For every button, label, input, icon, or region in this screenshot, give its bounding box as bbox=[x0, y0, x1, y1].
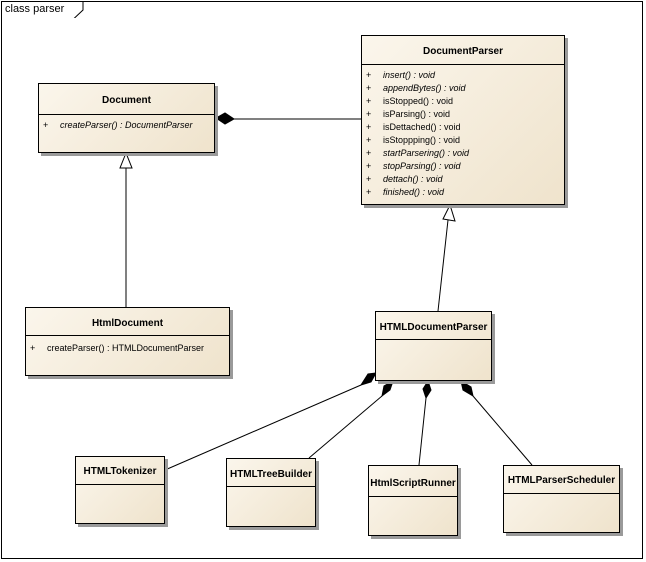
class-separator bbox=[376, 339, 491, 340]
operation-visibility: + bbox=[366, 83, 372, 93]
operation-visibility: + bbox=[366, 96, 372, 106]
operation-signature: isStopped() : void bbox=[383, 96, 454, 106]
class-separator bbox=[504, 493, 619, 494]
operation-row: + finished() : void bbox=[362, 187, 564, 200]
operation-row: + isParsing() : void bbox=[362, 109, 564, 122]
class-name: Document bbox=[102, 95, 151, 106]
composition-parser-tokenizer bbox=[164, 372, 377, 471]
operation-row: + dettach() : void bbox=[362, 174, 564, 187]
operation-row: + appendBytes() : void bbox=[362, 83, 564, 96]
operation-row: + stopParsing() : void bbox=[362, 161, 564, 174]
operation-row: + createParser() : HTMLDocumentParser bbox=[26, 343, 229, 356]
class-separator bbox=[227, 486, 315, 487]
class-htmltreebuilder[interactable]: HTMLTreeBuilder bbox=[226, 458, 316, 527]
class-name: HtmlDocument bbox=[91, 318, 164, 329]
operation-visibility: + bbox=[366, 109, 372, 119]
operation-visibility: + bbox=[366, 187, 372, 197]
composition-parser-treebuilder bbox=[308, 379, 394, 459]
class-name: DocumentParser bbox=[422, 46, 504, 57]
operation-row: + isDettached() : void bbox=[362, 122, 564, 135]
class-name: HTMLParserScheduler bbox=[507, 475, 616, 486]
operation-signature: createParser() : HTMLDocumentParser bbox=[47, 343, 205, 353]
class-htmldocumentparser[interactable]: HTMLDocumentParser bbox=[375, 311, 492, 381]
class-htmldocument[interactable]: HtmlDocument + createParser() : HTMLDocu… bbox=[25, 307, 230, 376]
generalization-htmldocumentparser-documentparser bbox=[437, 203, 456, 312]
operation-signature: appendBytes() : void bbox=[383, 83, 466, 93]
operation-list: + insert() : void + appendBytes() : void + is… bbox=[362, 70, 564, 200]
class-separator bbox=[362, 64, 564, 65]
composition-parser-scheduler bbox=[460, 379, 533, 466]
operation-list: + createParser() : DocumentParser bbox=[39, 120, 214, 133]
operation-visibility: + bbox=[366, 148, 372, 158]
composition-parser-scriptrunner bbox=[418, 379, 432, 466]
class-htmlparserscheduler[interactable]: HTMLParserScheduler bbox=[503, 465, 620, 533]
operation-visibility: + bbox=[366, 135, 372, 145]
operation-signature: dettach() : void bbox=[383, 174, 443, 184]
operation-signature: insert() : void bbox=[383, 70, 436, 80]
generalization-htmldocument-document bbox=[119, 151, 133, 307]
operation-visibility: + bbox=[366, 174, 372, 184]
operation-signature: stopParsing() : void bbox=[383, 161, 461, 171]
class-name: HTMLDocumentParser bbox=[379, 322, 488, 333]
class-separator bbox=[76, 484, 164, 485]
class-name: HtmlScriptRunner bbox=[370, 478, 456, 489]
operation-visibility: + bbox=[30, 343, 36, 353]
operation-signature: isStoppping() : void bbox=[383, 135, 461, 145]
class-documentparser[interactable]: DocumentParser + insert() : void + appendBy… bbox=[361, 35, 565, 205]
operation-row: + insert() : void bbox=[362, 70, 564, 83]
operation-signature: finished() : void bbox=[383, 187, 445, 197]
class-separator bbox=[26, 335, 229, 336]
class-separator bbox=[369, 496, 457, 497]
class-htmltokenizer[interactable]: HTMLTokenizer bbox=[75, 456, 165, 524]
operation-visibility: + bbox=[43, 120, 49, 130]
operation-visibility: + bbox=[366, 161, 372, 171]
operation-signature: isDettached() : void bbox=[383, 122, 461, 132]
operation-row: + isStoppping() : void bbox=[362, 135, 564, 148]
class-htmlscriptrunner[interactable]: HtmlScriptRunner bbox=[368, 465, 458, 536]
operation-visibility: + bbox=[366, 70, 372, 80]
class-name: HTMLTokenizer bbox=[83, 466, 157, 477]
operation-signature: createParser() : DocumentParser bbox=[60, 120, 193, 130]
operation-list: + createParser() : HTMLDocumentParser bbox=[26, 343, 229, 356]
operation-row: + createParser() : DocumentParser bbox=[39, 120, 214, 133]
class-document[interactable]: Document + createParser() : DocumentPars… bbox=[38, 83, 215, 153]
operation-signature: startParsering() : void bbox=[383, 148, 470, 158]
operation-row: + isStopped() : void bbox=[362, 96, 564, 109]
class-separator bbox=[39, 114, 214, 115]
class-name: HTMLTreeBuilder bbox=[229, 469, 313, 480]
composition-document-documentparser bbox=[215, 112, 361, 125]
operation-visibility: + bbox=[366, 122, 372, 132]
operation-row: + startParsering() : void bbox=[362, 148, 564, 161]
operation-signature: isParsing() : void bbox=[383, 109, 451, 119]
